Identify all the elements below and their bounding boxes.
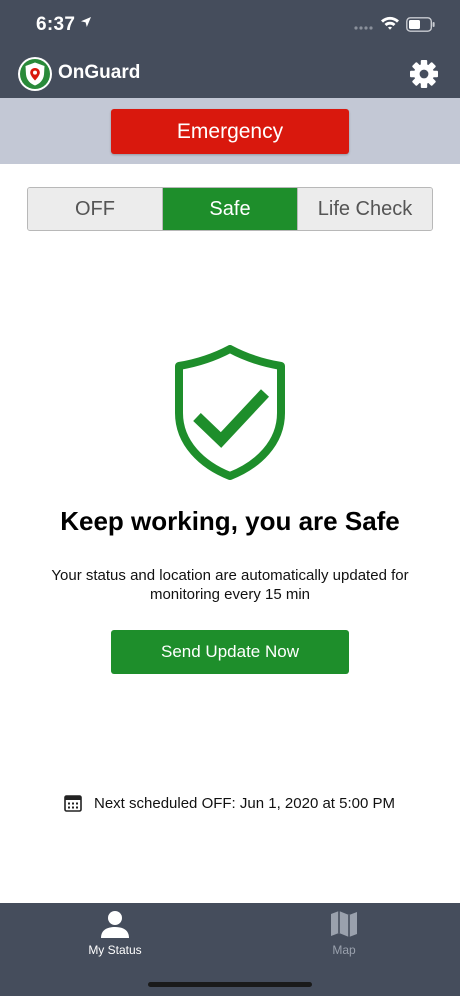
next-schedule-text: Next scheduled OFF: Jun 1, 2020 at 5:00 … <box>94 794 395 812</box>
onguard-logo-icon <box>18 57 52 91</box>
battery-icon <box>406 17 435 32</box>
status-description: Your status and location are automatical… <box>51 567 409 603</box>
tab-my-status-label: My Status <box>88 943 142 957</box>
emergency-button[interactable]: Emergency <box>111 109 349 154</box>
app-header: OnGuard <box>0 50 460 98</box>
app-title: OnGuard <box>58 62 141 83</box>
tab-map-label: Map <box>332 943 356 957</box>
tab-map[interactable]: Map <box>284 909 404 957</box>
mode-option-off[interactable]: OFF <box>28 188 162 230</box>
safe-shield-check-icon <box>175 345 285 480</box>
mode-segmented-control: OFF Safe Life Check <box>27 187 433 231</box>
home-indicator[interactable] <box>148 982 312 987</box>
send-update-now-button[interactable]: Send Update Now <box>111 630 349 674</box>
bottom-tab-bar: My Status Map <box>0 903 460 996</box>
gear-icon[interactable] <box>408 58 440 90</box>
next-schedule-row: Next scheduled OFF: Jun 1, 2020 at 5:00 … <box>64 793 395 813</box>
tab-my-status[interactable]: My Status <box>55 909 175 957</box>
map-icon <box>331 911 357 937</box>
mode-option-safe[interactable]: Safe <box>162 188 297 230</box>
person-icon <box>101 911 129 938</box>
status-headline: Keep working, you are Safe <box>60 506 400 536</box>
wifi-icon <box>381 16 399 30</box>
emergency-section: Emergency <box>0 98 460 164</box>
mode-option-life-check[interactable]: Life Check <box>297 188 432 230</box>
cellular-signal-icon <box>354 26 373 30</box>
calendar-icon <box>64 795 82 812</box>
location-arrow-icon <box>81 17 91 27</box>
status-bar: 6:37 <box>0 0 460 50</box>
status-time: 6:37 <box>36 14 76 35</box>
